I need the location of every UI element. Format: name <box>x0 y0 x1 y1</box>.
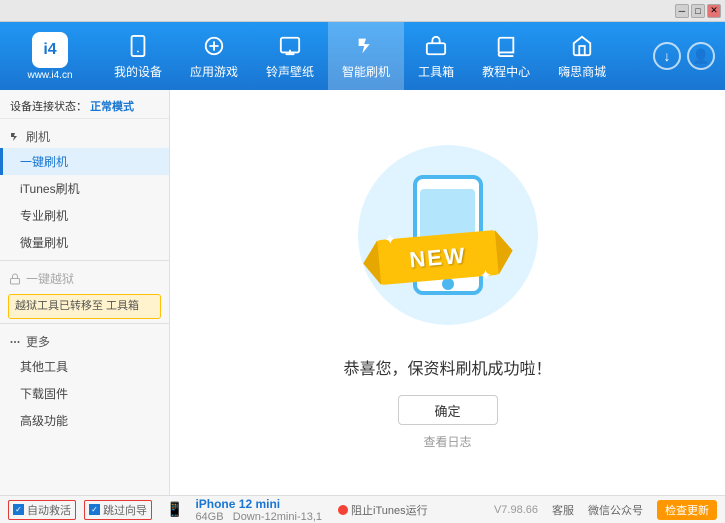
apps-icon <box>200 32 228 60</box>
toolbox-icon <box>422 32 450 60</box>
checkbox-skip-wizard[interactable]: 跳过向导 <box>84 500 152 520</box>
confirm-button[interactable]: 确定 <box>398 395 498 425</box>
content-area: ✦ NEW ✦ 恭喜您，保资料刷机成功啦！ 确定 查看日志 <box>170 90 725 495</box>
checkbox-auto-rescue[interactable]: 自动救活 <box>8 500 76 520</box>
divider-1 <box>0 260 169 261</box>
sidebar: 设备连接状态： 正常模式 刷机 一键刷机 iTunes刷机 专业刷机 微量刷机 <box>0 90 170 495</box>
phone-icon <box>124 32 152 60</box>
logo-area: i4 www.i4.cn <box>0 32 100 81</box>
bottom-bar: 自动救活 跳过向导 📱 iPhone 12 mini 64GB Down-12m… <box>0 495 725 523</box>
nav-item-tutorial[interactable]: 教程中心 <box>468 22 544 90</box>
nav-item-my-device[interactable]: 我的设备 <box>100 22 176 90</box>
header: i4 www.i4.cn 我的设备 应用游戏 铃声壁纸 <box>0 22 725 90</box>
illus-banner: ✦ NEW ✦ <box>376 230 499 285</box>
download-button[interactable]: ↓ <box>653 42 681 70</box>
sidebar-item-advanced[interactable]: 高级功能 <box>0 407 169 434</box>
bottom-right: V7.98.66 客服 微信公众号 检查更新 <box>494 500 717 520</box>
stop-itunes[interactable]: 阻止iTunes运行 <box>338 502 428 518</box>
wechat-link[interactable]: 微信公众号 <box>588 502 643 518</box>
service-link[interactable]: 客服 <box>552 502 574 518</box>
auto-rescue-checkbox[interactable] <box>13 504 24 515</box>
nav-items: 我的设备 应用游戏 铃声壁纸 智能刷机 工具箱 <box>100 22 653 90</box>
sidebar-item-itunes-flash[interactable]: iTunes刷机 <box>0 175 169 202</box>
sidebar-section-more: 更多 <box>0 328 169 353</box>
close-button[interactable]: ✕ <box>707 4 721 18</box>
sidebar-item-one-key-flash[interactable]: 一键刷机 <box>0 148 169 175</box>
more-icon <box>8 335 22 349</box>
title-bar: ─ □ ✕ <box>0 0 725 22</box>
minimize-button[interactable]: ─ <box>675 4 689 18</box>
bottom-left: 自动救活 跳过向导 📱 iPhone 12 mini 64GB Down-12m… <box>8 497 494 523</box>
goto-log-link[interactable]: 查看日志 <box>423 433 471 450</box>
device-info: iPhone 12 mini 64GB Down-12mini-13,1 <box>195 497 322 523</box>
user-button[interactable]: 👤 <box>687 42 715 70</box>
illus-phone-btn <box>442 278 454 290</box>
header-right: ↓ 👤 <box>653 42 725 70</box>
sidebar-item-download-firmware[interactable]: 下载固件 <box>0 380 169 407</box>
flash-icon <box>352 32 380 60</box>
music-icon <box>276 32 304 60</box>
nav-item-ringtones[interactable]: 铃声壁纸 <box>252 22 328 90</box>
update-button[interactable]: 检查更新 <box>657 500 717 520</box>
logo-text: www.i4.cn <box>27 70 72 81</box>
illustration: ✦ NEW ✦ <box>348 135 548 335</box>
star-right: ✦ <box>479 266 492 284</box>
maximize-button[interactable]: □ <box>691 4 705 18</box>
version-label: V7.98.66 <box>494 504 538 516</box>
nav-item-smart-flash[interactable]: 智能刷机 <box>328 22 404 90</box>
flash-small-icon <box>8 130 22 144</box>
jailbreak-notice: 越狱工具已转移至 工具箱 <box>8 294 161 319</box>
lock-icon <box>8 272 22 286</box>
skip-wizard-checkbox[interactable] <box>89 504 100 515</box>
sidebar-item-pro-flash[interactable]: 专业刷机 <box>0 202 169 229</box>
book-icon <box>492 32 520 60</box>
sidebar-item-wipe-flash[interactable]: 微量刷机 <box>0 229 169 256</box>
device-section: 📱 iPhone 12 mini 64GB Down-12mini-13,1 <box>166 497 322 523</box>
sidebar-section-flash: 刷机 <box>0 123 169 148</box>
nav-item-toolbox[interactable]: 工具箱 <box>404 22 468 90</box>
device-phone-icon: 📱 <box>166 501 183 518</box>
divider-2 <box>0 323 169 324</box>
nav-item-store[interactable]: 嗨思商城 <box>544 22 620 90</box>
success-message: 恭喜您，保资料刷机成功啦！ <box>343 355 551 379</box>
sidebar-item-other-tools[interactable]: 其他工具 <box>0 353 169 380</box>
stop-icon <box>338 505 348 515</box>
sidebar-section-jailbreak: 一键越狱 <box>0 265 169 290</box>
star-left: ✦ <box>383 231 396 249</box>
main: 设备连接状态： 正常模式 刷机 一键刷机 iTunes刷机 专业刷机 微量刷机 <box>0 90 725 495</box>
store-icon <box>568 32 596 60</box>
logo-icon: i4 <box>32 32 68 68</box>
nav-item-apps-games[interactable]: 应用游戏 <box>176 22 252 90</box>
status-bar: 设备连接状态： 正常模式 <box>0 94 169 119</box>
